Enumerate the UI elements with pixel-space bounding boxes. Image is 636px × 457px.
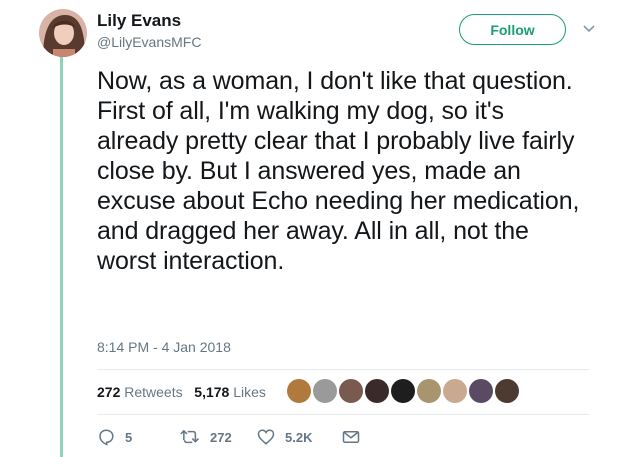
follow-button[interactable]: Follow — [459, 14, 566, 45]
chevron-down-icon[interactable] — [582, 22, 596, 36]
likers-avatars — [287, 379, 521, 403]
retweet-button[interactable]: 272 — [180, 428, 232, 446]
direct-message-button[interactable] — [342, 428, 360, 446]
liker-avatar[interactable] — [443, 379, 467, 403]
retweets-label: Retweets — [124, 384, 183, 400]
envelope-icon — [342, 431, 360, 443]
retweet-count: 272 — [210, 429, 232, 445]
heart-icon — [257, 429, 275, 445]
liker-avatar[interactable] — [365, 379, 389, 403]
liker-avatar[interactable] — [391, 379, 415, 403]
engagement-stats: 272 Retweets 5,178 Likes — [97, 383, 266, 401]
liker-avatar[interactable] — [417, 379, 441, 403]
liker-avatar[interactable] — [287, 379, 311, 403]
liker-avatar[interactable] — [339, 379, 363, 403]
retweets-stat[interactable]: 272 Retweets — [97, 384, 183, 400]
likes-count: 5,178 — [194, 384, 230, 400]
reply-count: 5 — [125, 429, 133, 445]
divider — [97, 414, 589, 415]
thread-line — [60, 56, 63, 457]
author-avatar[interactable] — [39, 9, 87, 57]
author-handle[interactable]: @LilyEvansMFC — [97, 33, 201, 51]
liker-avatar[interactable] — [313, 379, 337, 403]
liker-avatar[interactable] — [469, 379, 493, 403]
likes-label: Likes — [233, 384, 266, 400]
reply-button[interactable]: 5 — [97, 428, 132, 446]
liker-avatar[interactable] — [495, 379, 519, 403]
like-button[interactable]: 5.2K — [257, 428, 312, 446]
profile-photo-icon — [39, 9, 87, 57]
tweet-timestamp[interactable]: 8:14 PM - 4 Jan 2018 — [97, 338, 231, 356]
likes-stat[interactable]: 5,178 Likes — [194, 384, 266, 400]
reply-icon — [99, 429, 114, 446]
author-name[interactable]: Lily Evans — [97, 11, 181, 31]
retweets-count: 272 — [97, 384, 121, 400]
tweet-text: Now, as a woman, I don't like that quest… — [97, 67, 580, 275]
divider — [97, 369, 589, 370]
retweet-icon — [180, 429, 200, 444]
like-count: 5.2K — [285, 429, 313, 445]
